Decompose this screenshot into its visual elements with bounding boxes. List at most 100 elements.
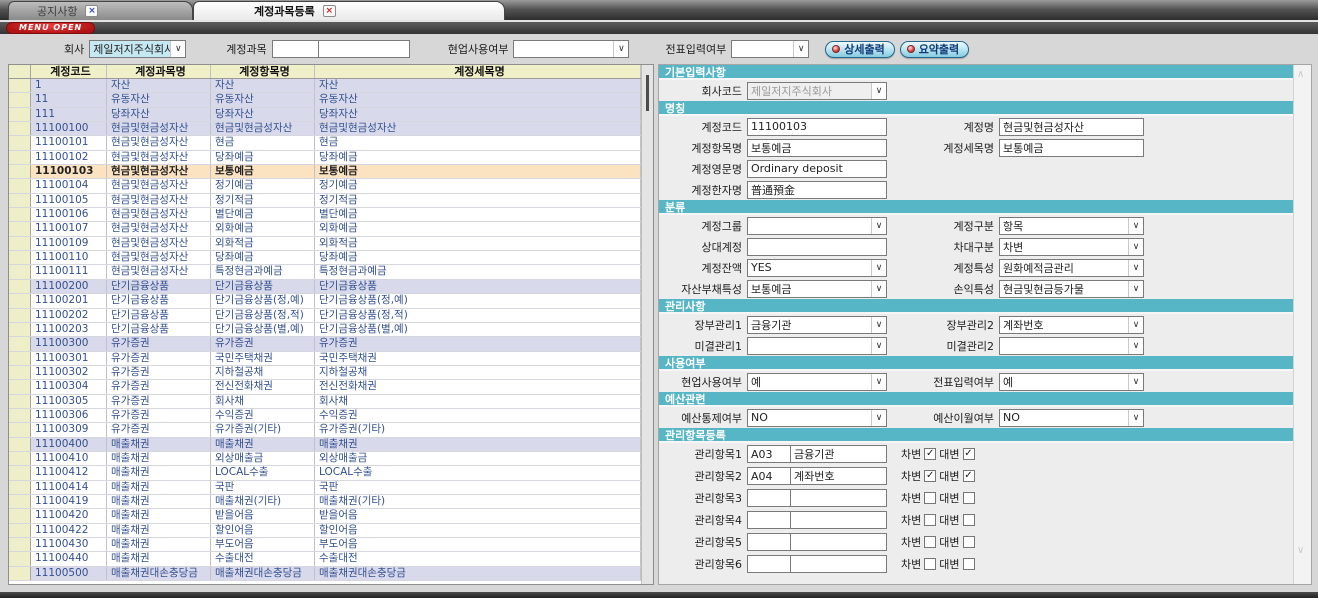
table-row[interactable]: 11100301유가증권국민주택채권국민주택채권 <box>9 352 641 366</box>
company-select[interactable]: 제일저지주식회사 ∨ <box>89 40 186 58</box>
credit-checkbox[interactable]: ✓ <box>963 448 975 460</box>
mgmt-item-code-field[interactable] <box>747 445 791 463</box>
mgmt-item-name-field[interactable] <box>790 445 887 463</box>
credit-checkbox[interactable] <box>963 514 975 526</box>
mgmt-item-code-field[interactable] <box>747 533 791 551</box>
mgmt-item-code-field[interactable] <box>747 489 791 507</box>
field-use-select[interactable]: 예∨ <box>747 373 887 391</box>
english-name-field[interactable] <box>747 160 887 178</box>
table-row[interactable]: 11100304유가증권전신전화채권전신전화채권 <box>9 380 641 394</box>
budget-carryover-select[interactable]: NO∨ <box>999 409 1144 427</box>
table-row[interactable]: 11100430매출채권부도어음부도어음 <box>9 538 641 552</box>
menu-open-button[interactable]: MENU OPEN <box>6 22 95 34</box>
debit-checkbox[interactable]: ✓ <box>924 470 936 482</box>
table-row[interactable]: 11100420매출채권받을어음받을어음 <box>9 509 641 523</box>
detail-print-button[interactable]: 상세출력 <box>825 41 894 58</box>
table-row[interactable]: 11100305유가증권회사채회사채 <box>9 395 641 409</box>
table-row[interactable]: 111당좌자산당좌자산당좌자산 <box>9 108 641 122</box>
table-row[interactable]: 11100102현금및현금성자산당좌예금당좌예금 <box>9 151 641 165</box>
credit-checkbox[interactable] <box>963 492 975 504</box>
tab-notice[interactable]: 공지사항 × <box>8 1 193 20</box>
hanja-name-field[interactable] <box>747 181 887 199</box>
mgmt-item-name-field[interactable] <box>790 467 887 485</box>
account-balance-select[interactable]: YES∨ <box>747 259 887 277</box>
table-row[interactable]: 11100100현금및현금성자산현금및현금성자산현금및현금성자산 <box>9 122 641 136</box>
account-code-field[interactable] <box>747 118 887 136</box>
mgmt-item-name-field[interactable] <box>790 555 887 573</box>
table-row[interactable]: 11100500매출채권대손충당금매출채권대손충당금매출채권대손충당금 <box>9 567 641 581</box>
table-row[interactable]: 11100109현금및현금성자산외화적금외화적금 <box>9 237 641 251</box>
company-code-select[interactable]: 제일저지주식회사 ∨ <box>747 82 887 100</box>
field-use-select[interactable]: ∨ <box>513 40 629 58</box>
table-row[interactable]: 11100419매출채권매출채권(기타)매출채권(기타) <box>9 495 641 509</box>
debit-checkbox[interactable] <box>924 536 936 548</box>
table-row[interactable]: 11100101현금및현금성자산현금현금 <box>9 136 641 150</box>
debit-credit-select[interactable]: 차변∨ <box>999 238 1144 256</box>
account-name-input[interactable] <box>318 40 410 58</box>
table-row[interactable]: 11100202단기금융상품단기금융상품(정,적)단기금융상품(정,적) <box>9 309 641 323</box>
table-row[interactable]: 11100103현금및현금성자산보통예금보통예금 <box>9 165 641 179</box>
account-division-select[interactable]: 항목∨ <box>999 217 1144 235</box>
item-name-field[interactable] <box>747 139 887 157</box>
tab-close-icon[interactable]: × <box>323 5 336 17</box>
panel-scrollbar[interactable]: ∧ ∨ <box>1293 65 1311 584</box>
table-row[interactable]: 11100300유가증권유가증권유가증권 <box>9 337 641 351</box>
summary-print-button[interactable]: 요약출력 <box>900 41 969 58</box>
slip-entry-select[interactable]: ∨ <box>731 40 809 58</box>
table-row[interactable]: 11100200단기금융상품단기금융상품단기금융상품 <box>9 280 641 294</box>
table-row[interactable]: 11유동자산유동자산유동자산 <box>9 93 641 107</box>
mgmt-item-code-field[interactable] <box>747 511 791 529</box>
credit-checkbox[interactable] <box>963 536 975 548</box>
book-mgmt2-select[interactable]: 계좌번호∨ <box>999 316 1144 334</box>
account-character-select[interactable]: 원화예적금관리∨ <box>999 259 1144 277</box>
mgmt-item-name-field[interactable] <box>790 511 887 529</box>
budget-control-select[interactable]: NO∨ <box>747 409 887 427</box>
mgmt-item-name-field[interactable] <box>790 533 887 551</box>
debit-checkbox[interactable] <box>924 514 936 526</box>
table-row[interactable]: 11100203단기금융상품단기금융상품(별,예)단기금융상품(별,예) <box>9 323 641 337</box>
tab-account-registration[interactable]: 계정과목등록 × <box>193 1 505 20</box>
table-row[interactable]: 11100104현금및현금성자산정기예금정기예금 <box>9 179 641 193</box>
table-row[interactable]: 11100201단기금융상품단기금융상품(정,예)단기금융상품(정,예) <box>9 294 641 308</box>
tab-close-icon[interactable]: × <box>85 5 98 17</box>
credit-checkbox[interactable] <box>963 558 975 570</box>
open-mgmt2-select[interactable]: ∨ <box>999 337 1144 355</box>
table-row[interactable]: 11100400매출채권매출채권매출채권 <box>9 438 641 452</box>
open-mgmt1-select[interactable]: ∨ <box>747 337 887 355</box>
mgmt-item-name-field[interactable] <box>790 489 887 507</box>
slip-entry-select[interactable]: 예∨ <box>999 373 1144 391</box>
cell-num <box>9 481 31 494</box>
scrollbar-thumb[interactable] <box>646 75 649 111</box>
debit-checkbox[interactable]: ✓ <box>924 448 936 460</box>
detail-name-field[interactable] <box>999 139 1144 157</box>
scroll-up-icon[interactable]: ∧ <box>1297 69 1304 80</box>
account-code-input[interactable] <box>272 40 319 58</box>
table-row[interactable]: 11100106현금및현금성자산별단예금별단예금 <box>9 208 641 222</box>
book-mgmt1-select[interactable]: 금융기관∨ <box>747 316 887 334</box>
table-row[interactable]: 11100105현금및현금성자산정기적금정기적금 <box>9 194 641 208</box>
table-row[interactable]: 11100410매출채권외상매출금외상매출금 <box>9 452 641 466</box>
account-name-field[interactable] <box>999 118 1144 136</box>
scroll-down-icon[interactable]: ∨ <box>1297 545 1304 556</box>
profit-loss-select[interactable]: 현금및현금등가물∨ <box>999 280 1144 298</box>
table-row[interactable]: 11100422매출채권할인어음할인어음 <box>9 524 641 538</box>
credit-checkbox[interactable]: ✓ <box>963 470 975 482</box>
table-row[interactable]: 11100110현금및현금성자산당좌예금당좌예금 <box>9 251 641 265</box>
table-row[interactable]: 11100309유가증권유가증권(기타)유가증권(기타) <box>9 423 641 437</box>
table-row[interactable]: 11100302유가증권지하철공채지하철공채 <box>9 366 641 380</box>
counter-account-field[interactable] <box>747 238 887 256</box>
asset-liability-select[interactable]: 보통예금∨ <box>747 280 887 298</box>
table-scrollbar[interactable] <box>641 65 653 584</box>
table-row[interactable]: 1자산자산자산 <box>9 79 641 93</box>
table-row[interactable]: 11100111현금및현금성자산특정현금과예금특정현금과예금 <box>9 265 641 279</box>
table-row[interactable]: 11100440매출채권수출대전수출대전 <box>9 552 641 566</box>
mgmt-item-code-field[interactable] <box>747 467 791 485</box>
account-group-select[interactable]: ∨ <box>747 217 887 235</box>
mgmt-item-code-field[interactable] <box>747 555 791 573</box>
debit-checkbox[interactable] <box>924 558 936 570</box>
table-row[interactable]: 11100107현금및현금성자산외화예금외화예금 <box>9 222 641 236</box>
debit-checkbox[interactable] <box>924 492 936 504</box>
table-row[interactable]: 11100414매출채권국판국판 <box>9 481 641 495</box>
table-row[interactable]: 11100412매출채권LOCAL수출LOCAL수출 <box>9 466 641 480</box>
table-row[interactable]: 11100306유가증권수익증권수익증권 <box>9 409 641 423</box>
